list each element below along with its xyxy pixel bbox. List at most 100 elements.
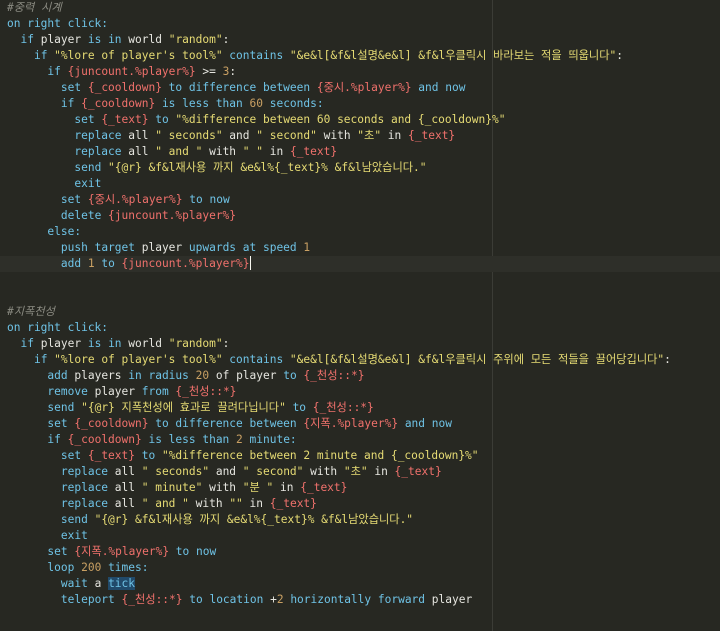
code-token: in	[381, 129, 409, 142]
code-token: in	[273, 481, 301, 494]
code-token: if	[47, 433, 68, 446]
code-line[interactable]: loop 200 times:	[0, 560, 720, 576]
code-token: 200	[81, 561, 102, 574]
code-line[interactable]	[0, 288, 720, 304]
code-token: all	[114, 465, 142, 478]
code-token: with	[303, 465, 344, 478]
code-token: player	[236, 369, 284, 382]
code-line[interactable]: send "{@r} &f&l재사용 까지 &e&l%{_text}% &f&l…	[0, 512, 720, 528]
code-token: "%lore of player's tool%"	[54, 353, 230, 366]
code-line[interactable]: set {_cooldown} to difference between {중…	[0, 80, 720, 96]
code-line[interactable]: on right click:	[0, 16, 720, 32]
code-line[interactable]: if {juncount.%player%} >= 3:	[0, 64, 720, 80]
code-token: if	[33, 49, 55, 62]
code-line[interactable]: set {지폭.%player%} to now	[0, 544, 720, 560]
code-line[interactable]: replace all " minute" with "분 " in {_tex…	[0, 480, 720, 496]
code-line[interactable]: if {_cooldown} is less than 60 seconds:	[0, 96, 720, 112]
code-token: from	[141, 385, 176, 398]
code-token: "{@r} &f&l재사용 까지 &e&l%{_text}% &f&l남았습니다…	[108, 161, 427, 174]
code-token: player	[94, 385, 142, 398]
code-line[interactable]: if "%lore of player's tool%" contains "&…	[0, 352, 720, 368]
code-token: teleport	[60, 593, 122, 606]
code-line[interactable]: replace all " seconds" and " second" wit…	[0, 128, 720, 144]
code-line[interactable]: set {중시.%player%} to now	[0, 192, 720, 208]
code-token: {_text}	[300, 481, 348, 494]
code-token: ""	[229, 497, 243, 510]
code-line[interactable]: set {_text} to "%difference between 60 s…	[0, 112, 720, 128]
code-line[interactable]: send "{@r} 지폭천성에 효과로 끌려다닙니다" to {_천성::*}	[0, 400, 720, 416]
code-token: " minute"	[141, 481, 203, 494]
code-token: and	[209, 465, 243, 478]
code-area[interactable]: #중력 시계 on right click: if player is in wo…	[0, 0, 720, 608]
code-token: is less than	[141, 433, 237, 446]
code-token: target	[94, 241, 142, 254]
code-comment: #중력 시계	[7, 1, 62, 14]
code-token: a	[94, 577, 109, 590]
code-line[interactable]: set {_text} to "%difference between 2 mi…	[0, 448, 720, 464]
code-token: {_천성::*}	[303, 369, 365, 382]
code-token: exit	[60, 529, 88, 542]
code-line[interactable]: remove player from {_천성::*}	[0, 384, 720, 400]
code-line[interactable]: on right click:	[0, 320, 720, 336]
code-line[interactable]	[0, 272, 720, 288]
code-line[interactable]: wait a tick	[0, 576, 720, 592]
code-line[interactable]: exit	[0, 176, 720, 192]
code-token: wait	[60, 577, 95, 590]
code-token: "random"	[168, 33, 223, 46]
code-token: of	[209, 369, 237, 382]
code-token: to difference between	[161, 81, 317, 94]
code-token: " second"	[256, 129, 317, 142]
code-line[interactable]: replace all " and " with "" in {_text}	[0, 496, 720, 512]
code-token: {_천성::*}	[312, 401, 374, 414]
code-token: set	[60, 81, 88, 94]
code-token: send	[74, 161, 109, 174]
code-token: else:	[47, 225, 82, 238]
code-token: if	[33, 353, 55, 366]
code-line[interactable]: delete {juncount.%player%}	[0, 208, 720, 224]
code-token: minute:	[249, 433, 297, 446]
code-line[interactable]: replace all " and " with " " in {_text}	[0, 144, 720, 160]
code-token: :	[222, 337, 230, 350]
code-token: with	[316, 129, 358, 142]
code-line[interactable]: replace all " seconds" and " second" wit…	[0, 464, 720, 480]
code-token: to	[94, 257, 122, 270]
code-token: world	[128, 337, 169, 350]
code-line[interactable]: #중력 시계	[0, 0, 720, 16]
code-line[interactable]: send "{@r} &f&l재사용 까지 &e&l%{_text}% &f&l…	[0, 160, 720, 176]
code-token: and now	[411, 81, 466, 94]
code-token: "초"	[357, 129, 382, 142]
code-line[interactable]: teleport {_천성::*} to location +2 horizon…	[0, 592, 720, 608]
code-line[interactable]: if player is in world "random":	[0, 336, 720, 352]
code-token: " second"	[242, 465, 304, 478]
code-token: replace	[74, 145, 129, 158]
code-token: {지폭.%player%}	[303, 417, 399, 430]
code-token: replace	[60, 481, 115, 494]
code-line-active[interactable]: add 1 to {juncount.%player%}	[0, 256, 720, 272]
code-line[interactable]: set {_cooldown} to difference between {지…	[0, 416, 720, 432]
code-token: {_text}	[101, 113, 149, 126]
code-token: in	[263, 145, 290, 158]
code-line[interactable]: if player is in world "random":	[0, 32, 720, 48]
code-line[interactable]: push target player upwards at speed 1	[0, 240, 720, 256]
code-line[interactable]: #지폭천성	[0, 304, 720, 320]
code-line[interactable]: if "%lore of player's tool%" contains "&…	[0, 48, 720, 64]
code-line[interactable]: else:	[0, 224, 720, 240]
code-token: horizontally forward	[283, 593, 432, 606]
code-token: 2	[236, 433, 250, 446]
code-line[interactable]: exit	[0, 528, 720, 544]
code-token: send	[60, 513, 95, 526]
code-editor[interactable]: #중력 시계 on right click: if player is in wo…	[0, 0, 720, 631]
code-token: +	[270, 593, 277, 606]
code-line[interactable]: add players in radius 20 of player to {_…	[0, 368, 720, 384]
code-line[interactable]: if {_cooldown} is less than 2 minute:	[0, 432, 720, 448]
